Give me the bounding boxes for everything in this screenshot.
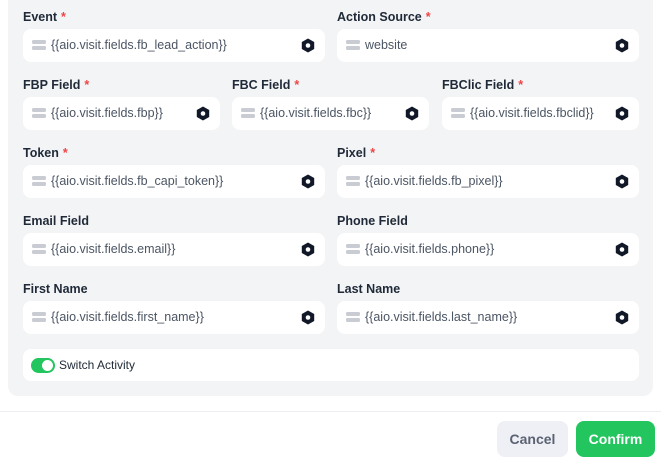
toggle-knob [42,360,53,371]
cancel-button[interactable]: Cancel [497,421,568,457]
fbclid-value: {{aio.visit.fields.fbclid}} [470,106,594,120]
variable-icon [32,107,46,119]
variable-picker-icon[interactable] [615,38,629,53]
variable-picker-icon[interactable] [615,242,629,257]
action-source-value: website [365,38,408,52]
action-source-input[interactable]: website [337,29,639,62]
action-source-label: Action Source * [337,10,431,24]
pixel-value: {{aio.visit.fields.fb_pixel}} [365,174,503,188]
event-label: Event * [23,10,66,24]
variable-picker-icon[interactable] [301,38,315,53]
variable-picker-icon[interactable] [405,106,419,121]
variable-icon [346,243,360,255]
variable-picker-icon[interactable] [615,310,629,325]
last-name-label: Last Name [337,282,401,296]
phone-input[interactable]: {{aio.visit.fields.phone}} [337,233,639,266]
variable-picker-icon[interactable] [301,310,315,325]
variable-icon [32,175,46,187]
fbc-input[interactable]: {{aio.visit.fields.fbc}} [232,97,429,130]
email-label: Email Field [23,214,89,228]
footer-divider [0,411,661,412]
first-name-value: {{aio.visit.fields.first_name}} [51,310,204,324]
switch-activity-label: Switch Activity [59,358,136,372]
token-value: {{aio.visit.fields.fb_capi_token}} [51,174,224,188]
variable-icon [241,107,255,119]
pixel-input[interactable]: {{aio.visit.fields.fb_pixel}} [337,165,639,198]
fbc-label: FBC Field * [232,78,300,92]
token-label: Token * [23,146,68,160]
variable-picker-icon[interactable] [301,174,315,189]
switch-activity-row: Switch Activity [23,349,639,381]
email-input[interactable]: {{aio.visit.fields.email}} [23,233,325,266]
phone-value: {{aio.visit.fields.phone}} [365,242,495,256]
variable-icon [451,107,465,119]
variable-picker-icon[interactable] [615,106,629,121]
variable-picker-icon[interactable] [301,242,315,257]
token-input[interactable]: {{aio.visit.fields.fb_capi_token}} [23,165,325,198]
first-name-label: First Name [23,282,88,296]
variable-picker-icon[interactable] [615,174,629,189]
switch-activity-toggle[interactable] [31,358,55,373]
fbp-value: {{aio.visit.fields.fbp}} [51,106,163,120]
fbc-value: {{aio.visit.fields.fbc}} [260,106,372,120]
fbp-input[interactable]: {{aio.visit.fields.fbp}} [23,97,220,130]
pixel-label: Pixel * [337,146,376,160]
confirm-button[interactable]: Confirm [576,421,655,457]
last-name-value: {{aio.visit.fields.last_name}} [365,310,518,324]
email-value: {{aio.visit.fields.email}} [51,242,176,256]
phone-label: Phone Field [337,214,408,228]
variable-icon [346,39,360,51]
variable-icon [346,311,360,323]
event-value: {{aio.visit.fields.fb_lead_action}} [51,38,227,52]
fbclid-input[interactable]: {{aio.visit.fields.fbclid}} [442,97,639,130]
last-name-input[interactable]: {{aio.visit.fields.last_name}} [337,301,639,334]
variable-picker-icon[interactable] [196,106,210,121]
variable-icon [32,311,46,323]
variable-icon [32,39,46,51]
event-input[interactable]: {{aio.visit.fields.fb_lead_action}} [23,29,325,62]
variable-icon [32,243,46,255]
variable-icon [346,175,360,187]
first-name-input[interactable]: {{aio.visit.fields.first_name}} [23,301,325,334]
fbp-label: FBP Field * [23,78,90,92]
fbclid-label: FBClic Field * [442,78,524,92]
